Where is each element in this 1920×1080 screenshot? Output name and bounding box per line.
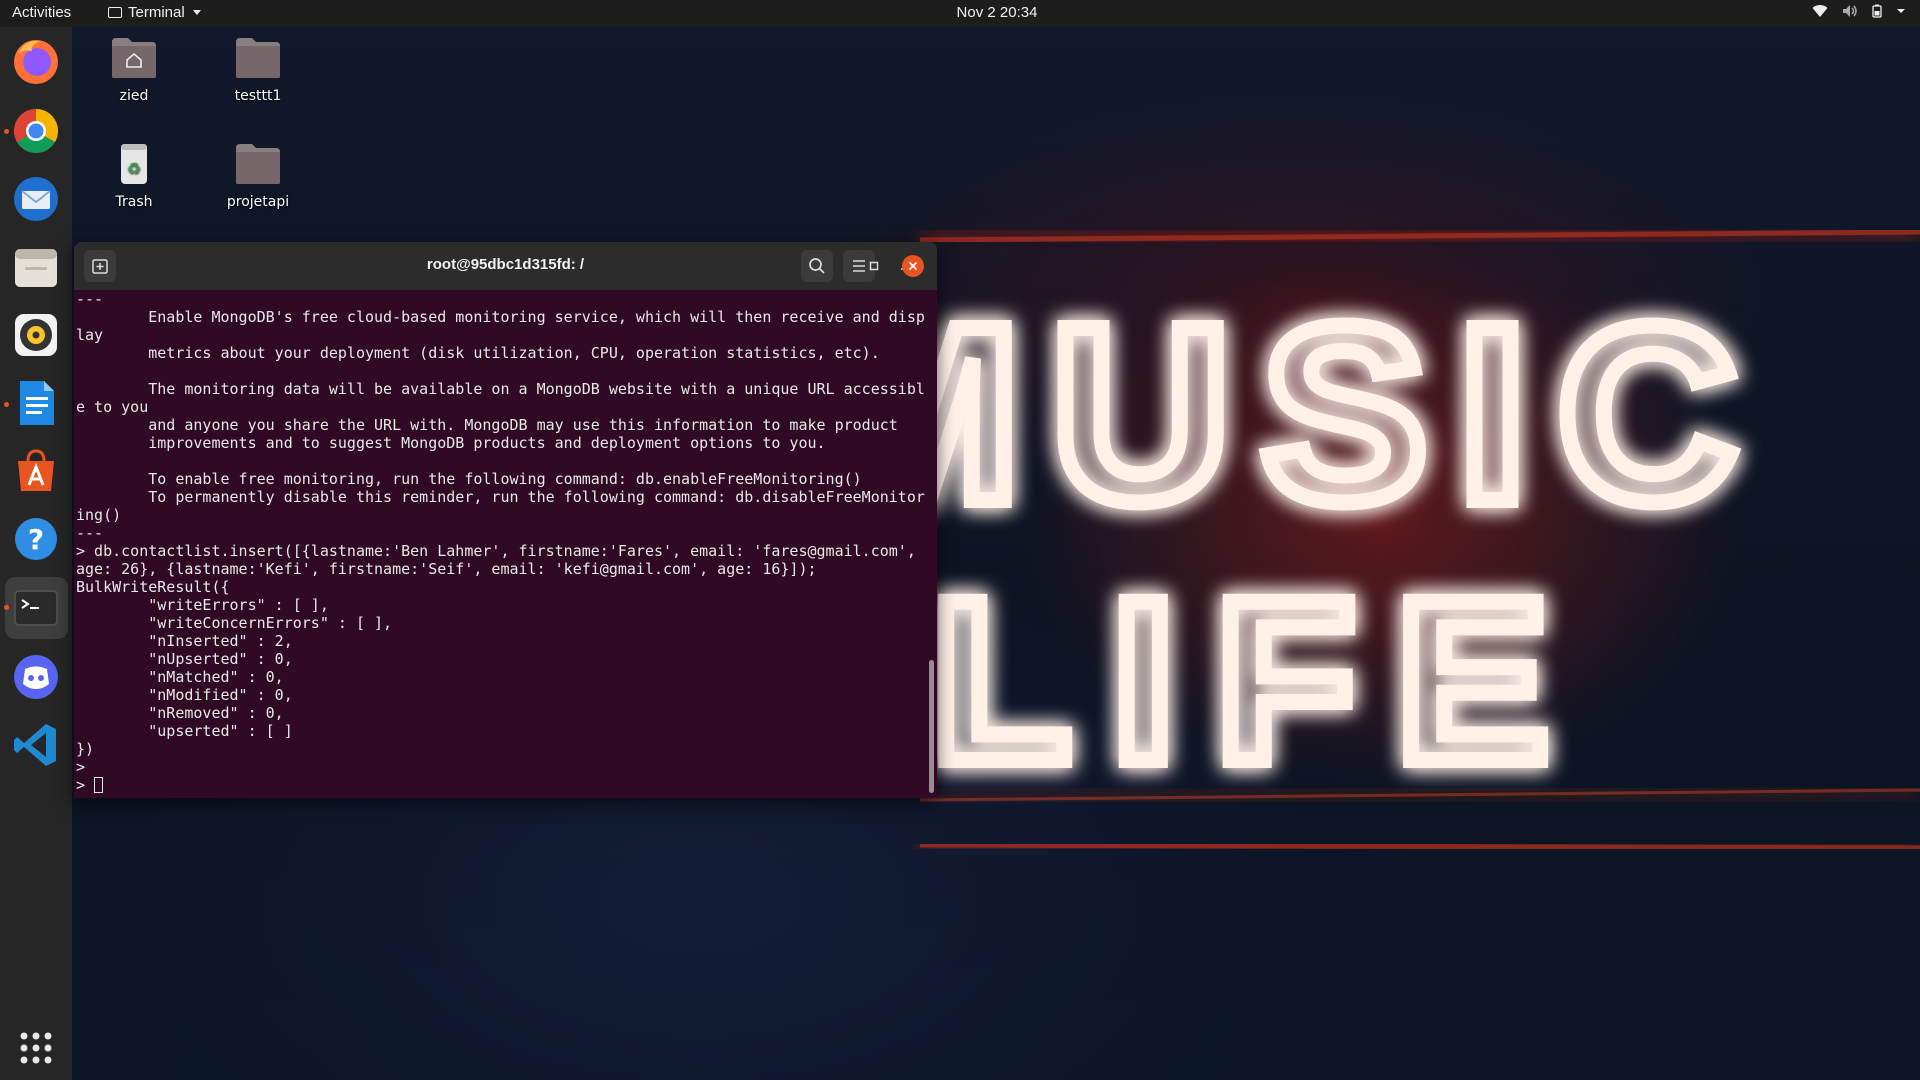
terminal-output-text: --- Enable MongoDB's free cloud-based mo… (76, 290, 925, 776)
system-tray[interactable] (1812, 4, 1906, 18)
desktop-icon-label: testtt1 (234, 88, 282, 104)
svg-text:♻: ♻ (127, 159, 141, 178)
trash-icon: ♻ (121, 144, 147, 184)
neon-letters: MUSIC LIFE (804, 266, 1768, 817)
text-cursor (94, 777, 104, 793)
rhythmbox-icon (15, 314, 57, 356)
desktop-icon-label: projetapi (226, 194, 290, 210)
dock-item-rhythmbox[interactable] (10, 309, 62, 361)
folder-icon (236, 144, 280, 184)
maximize-icon (869, 261, 879, 271)
discord-icon (14, 655, 58, 699)
dock-item-discord[interactable] (10, 651, 62, 703)
maximize-button[interactable] (863, 255, 885, 277)
prompt-line[interactable]: > (76, 776, 104, 794)
desktop-icon-zied[interactable]: zied (84, 36, 184, 104)
desktop-icon-label: zied (119, 88, 149, 104)
firefox-icon (14, 40, 58, 84)
running-indicator (4, 605, 9, 610)
home-folder-icon (112, 38, 156, 78)
desktop-icon-projetapi[interactable]: projetapi (208, 142, 308, 210)
dock-item-firefox[interactable] (10, 35, 62, 87)
prompt-symbol: > (76, 776, 95, 794)
terminal-output-area[interactable]: --- Enable MongoDB's free cloud-based mo… (74, 290, 937, 798)
terminal-icon (14, 590, 58, 626)
chrome-icon (14, 109, 58, 153)
terminal-window[interactable]: root@95dbc1d315fd: / --- Enable MongoDB'… (74, 242, 937, 798)
close-button[interactable] (902, 255, 924, 277)
search-button[interactable] (801, 250, 833, 282)
neon-text-music: MUSIC (812, 274, 1768, 553)
neon-text-life: LIFE (931, 552, 1589, 809)
help-icon: ? (15, 518, 57, 560)
wifi-icon[interactable] (1812, 4, 1828, 18)
volume-icon[interactable] (1842, 4, 1858, 18)
vscode-icon (14, 724, 56, 766)
running-indicator (4, 129, 9, 134)
folder-icon (236, 38, 280, 78)
dock-item-vscode[interactable] (10, 719, 62, 771)
top-bar: Activities Terminal Nov 2 20:34 (0, 0, 1920, 27)
writer-icon (20, 381, 54, 425)
desktop-icon-trash[interactable]: ♻ Trash (84, 142, 184, 210)
desktop-icon-testtt1[interactable]: testtt1 (208, 36, 308, 104)
running-indicator (4, 402, 9, 407)
dock-item-files[interactable] (10, 241, 62, 293)
dock-item-chrome[interactable] (10, 105, 62, 157)
dock-item-software[interactable] (10, 445, 62, 497)
dock-item-help[interactable]: ? (10, 513, 62, 565)
terminal-header-bar[interactable]: root@95dbc1d315fd: / (74, 242, 937, 290)
thunderbird-icon (14, 177, 58, 221)
desktop-icon-label: Trash (115, 194, 153, 210)
scrollbar-thumb[interactable] (929, 660, 934, 793)
search-icon (809, 258, 825, 274)
clock[interactable]: Nov 2 20:34 (0, 4, 1920, 21)
software-icon (18, 449, 54, 491)
chevron-down-icon[interactable] (1896, 4, 1906, 18)
dock-item-thunderbird[interactable] (10, 173, 62, 225)
battery-icon[interactable] (1872, 4, 1882, 18)
grid-icon (20, 1032, 52, 1064)
dock-item-show-applications[interactable] (10, 1022, 62, 1074)
dock: ? (0, 27, 72, 1080)
svg-text:?: ? (28, 523, 44, 556)
files-icon (15, 249, 57, 287)
dock-item-writer[interactable] (10, 377, 62, 429)
dock-item-terminal[interactable] (10, 582, 62, 634)
close-icon (908, 261, 918, 271)
